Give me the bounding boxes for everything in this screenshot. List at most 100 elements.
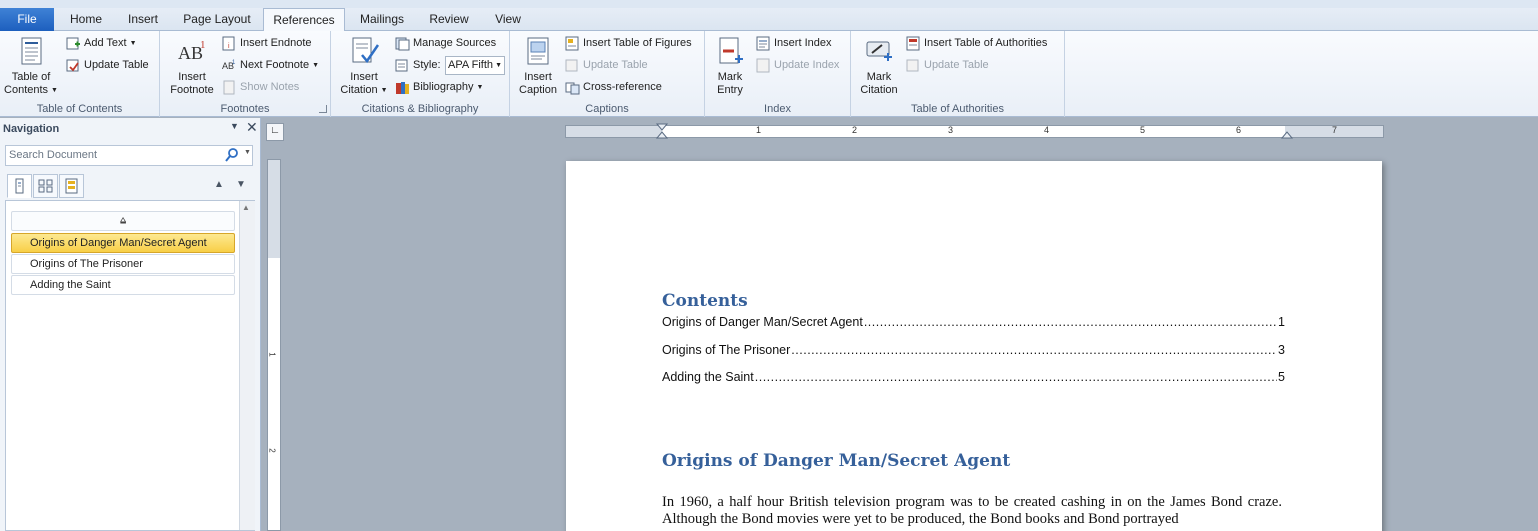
ruler-number: 1 [756, 125, 762, 135]
group-footnotes: AB 1 Insert Footnote i Insert Endnote AB 1… [160, 31, 331, 117]
show-notes-button[interactable]: Show Notes [222, 78, 299, 97]
tab-mailings[interactable]: Mailings [352, 8, 412, 31]
toc-entry-title: Origins of The Prisoner [662, 343, 791, 357]
insert-index-icon [756, 36, 770, 51]
nav-heading-item[interactable]: Origins of The Prisoner [11, 254, 235, 274]
toc-entry[interactable]: Origins of Danger Man/Secret Agent 1 [662, 315, 1285, 331]
mark-citation-label-2: Citation [860, 84, 898, 96]
nav-heading-item[interactable]: Adding the Saint [11, 275, 235, 295]
insert-table-of-figures-button[interactable]: Insert Table of Figures [565, 34, 692, 53]
tab-page-layout[interactable]: Page Layout [176, 8, 258, 31]
group-index: Mark Entry Insert Index Update Index Ind… [705, 31, 851, 117]
svg-text:1: 1 [200, 39, 206, 51]
mark-entry-label-2: Entry [717, 84, 743, 96]
toc-entry[interactable]: Adding the Saint 5 [662, 370, 1285, 386]
table-of-figures-icon [565, 36, 579, 51]
bibliography-button[interactable]: Bibliography ▼ [395, 78, 483, 97]
browse-results-tab[interactable] [59, 174, 84, 198]
update-index-button[interactable]: Update Index [756, 56, 839, 75]
authorities-update-table-icon [906, 59, 919, 72]
search-icon[interactable] [224, 147, 240, 163]
group-table-of-authorities: Mark Citation Insert Table of Authoritie… [851, 31, 1065, 117]
update-index-label: Update Index [774, 59, 840, 71]
captions-update-table-button[interactable]: Update Table [565, 56, 648, 75]
group-label-toc: Table of Contents [36, 103, 123, 115]
style-icon [395, 59, 408, 72]
insert-table-of-figures-label: Insert Table of Figures [583, 37, 692, 49]
toc-leader-dots [755, 370, 1277, 384]
insert-footnote-button[interactable]: AB 1 Insert Footnote [164, 35, 220, 97]
tab-selector[interactable]: ∟ [266, 123, 284, 141]
navigation-pane: Navigation ▼ ✕ Search Document ▼ ▲ ▼ ⩠ O… [0, 118, 261, 531]
authorities-update-table-button[interactable]: Update Table [906, 56, 989, 75]
insert-table-of-authorities-button[interactable]: Insert Table of Authorities [906, 34, 1047, 53]
ruler-number: 2 [852, 125, 858, 135]
search-document-input[interactable]: Search Document [5, 145, 253, 166]
ruler-top-margin [268, 160, 280, 258]
update-table-button[interactable]: Update Table [66, 56, 149, 75]
navigation-heading-list: ⩠ Origins of Danger Man/Secret Agent Ori… [5, 200, 255, 531]
bibliography-icon [396, 82, 409, 94]
previous-heading-icon[interactable]: ▲ [214, 179, 224, 190]
ruler-left-margin [566, 126, 662, 137]
navigation-menu-icon[interactable]: ▼ [230, 121, 239, 131]
ruler-number: 2 [267, 448, 277, 453]
next-footnote-button[interactable]: AB 1 Next Footnote ▼ [222, 56, 319, 75]
cross-reference-label: Cross-reference [583, 81, 662, 93]
indent-marker-icon[interactable] [656, 123, 668, 140]
ruler-number: 4 [1044, 125, 1050, 135]
browse-headings-tab[interactable] [7, 174, 32, 198]
insert-citation-button[interactable]: Insert Citation ▼ [335, 35, 393, 97]
add-text-button[interactable]: Add Text ▼ [66, 34, 137, 53]
insert-caption-button[interactable]: Insert Caption [514, 35, 562, 97]
next-footnote-label: Next Footnote [240, 59, 310, 71]
tab-view[interactable]: View [487, 8, 529, 31]
scroll-up-icon[interactable]: ▲ [242, 203, 250, 212]
next-heading-icon[interactable]: ▼ [236, 179, 246, 190]
mark-citation-button[interactable]: Mark Citation [854, 35, 904, 97]
footnote-label-1: Insert [178, 71, 206, 83]
browse-pages-tab[interactable] [33, 174, 58, 198]
navigation-scrollbar[interactable]: ▲ [239, 201, 255, 530]
document-page[interactable]: Contents Origins of Danger Man/Secret Ag… [566, 161, 1382, 531]
tab-insert[interactable]: Insert [118, 8, 168, 31]
search-options-chevron-icon[interactable]: ▼ [244, 149, 251, 156]
navigation-title: Navigation [3, 123, 60, 135]
toc-entry-title: Origins of Danger Man/Secret Agent [662, 315, 863, 329]
style-dropdown[interactable]: APA Fifth ▼ [445, 56, 505, 75]
add-text-label: Add Text [84, 37, 127, 49]
toc-heading: Contents [662, 291, 748, 311]
show-notes-icon [223, 80, 235, 95]
svg-text:1: 1 [232, 60, 236, 66]
authorities-update-table-label: Update Table [924, 59, 989, 71]
vertical-ruler[interactable]: 1 2 [267, 159, 281, 531]
navigation-close-icon[interactable]: ✕ [246, 119, 258, 136]
toc-leader-dots [791, 343, 1277, 357]
tab-references[interactable]: References [263, 8, 345, 32]
mark-citation-label-1: Mark [866, 71, 892, 83]
toc-leader-dots [864, 315, 1277, 329]
collapse-all-icon[interactable]: ⩠ [11, 211, 235, 231]
style-label: Style: [413, 59, 441, 71]
footnote-label-2: Footnote [170, 84, 214, 96]
toc-entry-page: 1 [1278, 315, 1285, 329]
mark-entry-button[interactable]: Mark Entry [708, 35, 752, 97]
show-notes-label: Show Notes [240, 81, 300, 93]
insert-endnote-button[interactable]: i Insert Endnote [222, 34, 312, 53]
tab-review[interactable]: Review [423, 8, 475, 31]
tab-file[interactable]: File [0, 8, 54, 31]
title-bar [0, 0, 1538, 8]
cross-reference-button[interactable]: Cross-reference [565, 78, 662, 97]
caption-label-1: Insert [524, 71, 552, 83]
insert-index-button[interactable]: Insert Index [756, 34, 831, 53]
toc-entry-page: 3 [1278, 343, 1285, 357]
nav-heading-item[interactable]: Origins of Danger Man/Secret Agent [11, 233, 235, 253]
manage-sources-button[interactable]: Manage Sources [395, 34, 496, 53]
horizontal-ruler[interactable]: 1 2 3 4 5 6 7 [565, 123, 1384, 140]
tab-home[interactable]: Home [62, 8, 110, 31]
mark-entry-label-1: Mark [717, 71, 743, 83]
toc-entry[interactable]: Origins of The Prisoner 3 [662, 343, 1285, 359]
table-of-contents-button[interactable]: Table of Contents ▼ [2, 35, 60, 97]
right-indent-marker-icon[interactable] [1281, 129, 1293, 139]
footnotes-dialog-launcher[interactable] [319, 105, 327, 113]
